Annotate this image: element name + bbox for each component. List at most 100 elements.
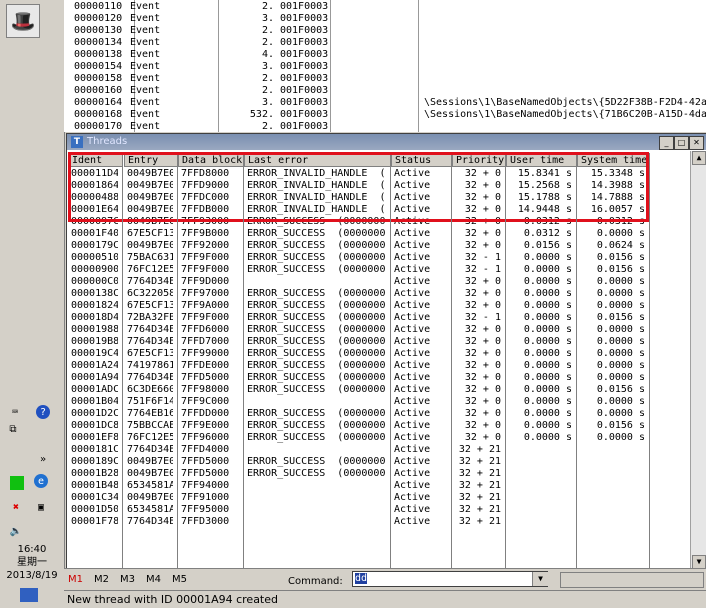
green-status-icon[interactable] [10, 476, 24, 490]
expand-tray-icon[interactable]: » [36, 452, 50, 466]
thread-row[interactable]: 00001864 0049B7E0 7FFD9000 ERROR_INVALID_HA… [67, 180, 652, 192]
cell-ident: 00001A94 [71, 372, 118, 383]
vertical-scrollbar[interactable]: ▲ ▼ [690, 151, 706, 569]
thread-row[interactable]: 00001B04 751F6F14 7FF9C000 Active 32 + 0 0.00… [67, 396, 652, 408]
network-icon[interactable]: e [34, 474, 48, 488]
console-type: Event [130, 97, 161, 108]
marker-tab-m2[interactable]: M2 [94, 574, 109, 585]
thread-row[interactable]: 00001ADC 6C3DE660 7FF98000 ERROR_SUCCESS (0… [67, 384, 652, 396]
thread-row[interactable]: 00001B48 6534581A 7FF94000 Active 32 + 21 [67, 480, 652, 492]
restore-icon[interactable]: ⧉ [6, 422, 20, 436]
thread-row[interactable]: 0000138C 6C322058 7FF97000 ERROR_SUCCESS (0… [67, 288, 652, 300]
volume-icon[interactable]: 🔈 [9, 524, 23, 538]
column-header-ident[interactable]: Ident [68, 153, 123, 167]
thread-row[interactable]: 00001D2C 7764EB16 7FFDD000 ERROR_SUCCESS (0… [67, 408, 652, 420]
column-header-user-time[interactable]: User time [506, 153, 577, 167]
cell-entry: 76FC12E5 [127, 264, 173, 275]
console-row[interactable]: 00000170 Event 2. 001F0003 [64, 121, 706, 132]
cell-data-block: 7FFD9000 [181, 180, 230, 191]
thread-row[interactable]: 00000510 75BAC631 7FF9F000 ERROR_SUCCESS (0… [67, 252, 652, 264]
console-row[interactable]: 00000110 Event 2. 001F0003 [64, 1, 706, 13]
thread-row[interactable]: 00000900 76FC12E5 7FF9F000 ERROR_SUCCESS (0… [67, 264, 652, 276]
thread-row[interactable]: 0000189C 0049B7E0 7FFD5000 ERROR_SUCCESS (0… [67, 456, 652, 468]
column-header-system-time[interactable]: System time [577, 153, 650, 167]
thread-row[interactable]: 00001B28 0049B7E0 7FFD5000 ERROR_SUCCESS (0… [67, 468, 652, 480]
thread-row[interactable]: 000000C0 7764D34E 7FF9D000 Active 32 + 0 0.00… [67, 276, 652, 288]
scroll-up-arrow-icon[interactable]: ▲ [692, 151, 706, 165]
command-input[interactable]: dd [352, 571, 548, 587]
cell-status: Active [394, 180, 431, 191]
cell-entry: 0049B7E0 [127, 456, 173, 467]
console-row[interactable]: 00000138 Event 4. 001F0003 [64, 49, 706, 61]
thread-row[interactable]: 00001E64 0049B7E0 7FFDB000 ERROR_INVALID_HA… [67, 204, 652, 216]
cell-system-time: 0.0000 s [596, 372, 645, 383]
minimize-button[interactable]: _ [659, 136, 674, 150]
cell-last-error: ERROR_SUCCESS (00000000) [247, 288, 386, 299]
thread-row[interactable]: 00001F40 67E5CF13 7FF9B000 ERROR_SUCCESS (0… [67, 228, 652, 240]
cell-user-time [509, 456, 572, 468]
thread-row[interactable]: 0000181C 7764D34E 7FFD4000 Active 32 + 21 [67, 444, 652, 456]
column-header-priority[interactable]: Priority [452, 153, 506, 167]
console-row[interactable]: 00000160 Event 2. 001F0003 [64, 85, 706, 97]
desktop-icon[interactable] [20, 588, 38, 602]
thread-row[interactable]: 000019B8 7764D34E 7FFD7000 ERROR_SUCCESS (0… [67, 336, 652, 348]
command-dropdown-icon[interactable]: ▼ [532, 572, 548, 586]
cell-user-time: 0.0000 s [523, 324, 572, 335]
cell-status: Active [394, 228, 431, 239]
scroll-down-arrow-icon[interactable]: ▼ [692, 555, 706, 569]
console-row[interactable]: 00000134 Event 2. 001F0003 [64, 37, 706, 49]
console-count: 532. [249, 109, 274, 120]
cell-user-time [509, 480, 572, 492]
window-switch-icon[interactable]: ▣ [34, 500, 48, 514]
console-row[interactable]: 00000164 Event 3. 001F0003 \Sessions\1\BaseN… [64, 97, 706, 109]
console-type: Event [130, 85, 161, 96]
marker-tab-m4[interactable]: M4 [146, 574, 161, 585]
close-button[interactable]: ✕ [689, 136, 704, 150]
thread-row[interactable]: 00001A94 7764D34E 7FFD5000 ERROR_SUCCESS (0… [67, 372, 652, 384]
thread-row[interactable]: 00001D50 6534581A 7FF95000 Active 32 + 21 [67, 504, 652, 516]
cell-priority: 32 + 0 [464, 420, 501, 431]
column-header-last-error[interactable]: Last error [244, 153, 391, 167]
console-row[interactable]: 00000120 Event 3. 001F0003 [64, 13, 706, 25]
column-divider [122, 167, 123, 569]
thread-row[interactable]: 000019C4 67E5CF13 7FF99000 ERROR_SUCCESS (0… [67, 348, 652, 360]
column-header-entry[interactable]: Entry [124, 153, 178, 167]
cell-ident: 00001EF8 [71, 432, 118, 443]
marker-tab-m5[interactable]: M5 [172, 574, 187, 585]
console-row[interactable]: 00000130 Event 2. 001F0003 [64, 25, 706, 37]
thread-row[interactable]: 00001824 67E5CF13 7FF9A000 ERROR_SUCCESS (0… [67, 300, 652, 312]
console-row[interactable]: 00000154 Event 3. 001F0003 [64, 61, 706, 73]
thread-row[interactable]: 00001F78 7764D34E 7FFD3000 Active 32 + 21 [67, 516, 652, 528]
cell-user-time: 15.1788 s [517, 192, 572, 203]
thread-row[interactable]: 00001DC8 75BBCCAE 7FF9E000 ERROR_SUCCESS (0… [67, 420, 652, 432]
column-header-status[interactable]: Status [391, 153, 452, 167]
console-address: 00000158 [74, 73, 123, 84]
threads-titlebar[interactable]: T Threads _ □ ✕ [67, 134, 706, 150]
command-extra-field[interactable] [560, 572, 704, 588]
marker-tab-m3[interactable]: M3 [120, 574, 135, 585]
thread-row[interactable]: 000018D4 72BA32FB 7FF9F000 ERROR_SUCCESS (0… [67, 312, 652, 324]
thread-row[interactable]: 000011D4 0049B7E0 7FFD8000 ERROR_INVALID_HA… [67, 168, 652, 180]
marker-tab-m1[interactable]: M1 [68, 574, 83, 585]
magic-hat-app-icon[interactable]: 🎩 [6, 4, 40, 38]
console-row[interactable]: 00000168 Event 532. 001F0003 \Sessions\1\Bas… [64, 109, 706, 121]
help-icon[interactable]: ? [36, 405, 50, 419]
console-row[interactable]: 00000158 Event 2. 001F0003 [64, 73, 706, 85]
thread-row[interactable]: 00001C34 0049B7E0 7FF91000 Active 32 + 21 [67, 492, 652, 504]
thread-row[interactable]: 00001EF8 76FC12E5 7FF96000 ERROR_SUCCESS (0… [67, 432, 652, 444]
keyboard-icon[interactable]: ⌨ [8, 405, 22, 419]
user-blocked-icon[interactable]: ✖ [9, 500, 23, 514]
clock[interactable]: 16:40 星期一 2013/8/19 [2, 543, 62, 582]
thread-row[interactable]: 0000179C 0049B7E0 7FF92000 ERROR_SUCCESS (0… [67, 240, 652, 252]
thread-row[interactable]: 00001988 7764D34E 7FFD6000 ERROR_SUCCESS (0… [67, 324, 652, 336]
cell-user-time [509, 492, 572, 504]
cell-system-time: 15.3348 s [590, 168, 645, 179]
column-header-data-block[interactable]: Data block [178, 153, 244, 167]
thread-row[interactable]: 00001A24 74197861 7FFDE000 ERROR_SUCCESS (0… [67, 360, 652, 372]
cell-entry: 7764D34E [127, 372, 173, 383]
thread-row[interactable]: 00000488 0049B7E0 7FFDC000 ERROR_INVALID_HA… [67, 192, 652, 204]
maximize-button[interactable]: □ [674, 136, 689, 150]
cell-system-time: 0.0000 s [596, 336, 645, 347]
cell-priority: 32 + 0 [464, 180, 501, 191]
thread-row[interactable]: 0000097C 0049B7E0 7FF93000 ERROR_SUCCESS (0… [67, 216, 652, 228]
